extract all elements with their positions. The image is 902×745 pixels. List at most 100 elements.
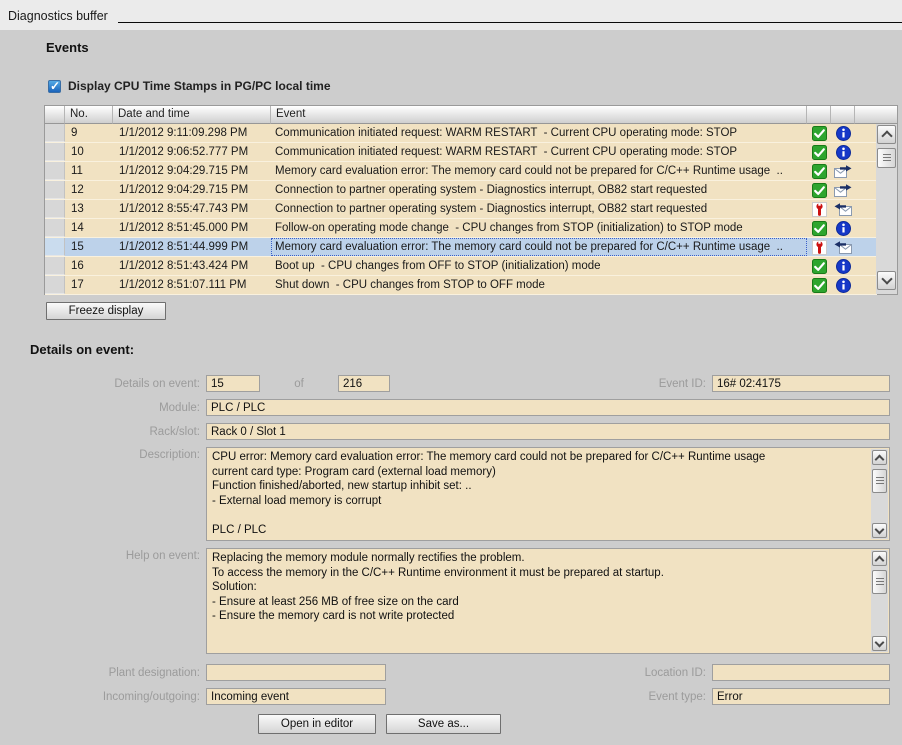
save-as-button[interactable]: Save as...	[386, 714, 501, 734]
scroll-thumb[interactable]	[872, 469, 887, 493]
outgoing-event-icon	[831, 162, 855, 180]
row-selector[interactable]	[45, 200, 65, 218]
green-check-icon	[807, 143, 831, 161]
event-row[interactable]: 111/1/2012 9:04:29.715 PMMemory card eva…	[45, 162, 877, 181]
plant-location-row: Plant designation: Location ID:	[46, 664, 890, 681]
module-row: Module:	[46, 399, 890, 416]
scroll-down-button[interactable]	[877, 271, 896, 290]
event-row[interactable]: 171/1/2012 8:51:07.111 PMShut down - CPU…	[45, 276, 877, 295]
description-label: Description:	[46, 447, 206, 461]
event-no: 9	[65, 124, 113, 142]
event-no: 16	[65, 257, 113, 275]
scroll-down-button[interactable]	[872, 636, 887, 651]
plant-designation-field[interactable]	[206, 664, 386, 681]
spare-cell	[855, 238, 877, 256]
open-in-editor-button[interactable]: Open in editor	[258, 714, 376, 734]
header-no: No.	[65, 106, 113, 124]
scroll-thumb[interactable]	[872, 570, 887, 594]
description-scrollbar[interactable]	[871, 449, 888, 539]
row-selector[interactable]	[45, 219, 65, 237]
incoming-outgoing-label: Incoming/outgoing:	[46, 691, 206, 703]
help-label: Help on event:	[46, 548, 206, 562]
row-selector[interactable]	[45, 124, 65, 142]
help-scrollbar[interactable]	[871, 550, 888, 652]
scroll-up-button[interactable]	[877, 125, 896, 144]
event-table-header: No. Date and time Event	[45, 106, 877, 124]
row-selector[interactable]	[45, 238, 65, 256]
header-status	[807, 106, 831, 124]
event-number-field[interactable]	[206, 375, 260, 392]
location-id-field[interactable]	[712, 664, 890, 681]
scroll-up-button[interactable]	[872, 551, 887, 566]
event-id-label: Event ID:	[602, 378, 712, 390]
event-total-field[interactable]	[338, 375, 390, 392]
event-no: 15	[65, 238, 113, 256]
scroll-thumb[interactable]	[877, 148, 896, 168]
info-icon	[831, 219, 855, 237]
green-check-icon	[807, 257, 831, 275]
event-text: Connection to partner operating system -…	[271, 200, 807, 218]
info-icon	[831, 124, 855, 142]
header-spare	[855, 106, 877, 124]
event-text: Boot up - CPU changes from OFF to STOP (…	[271, 257, 807, 275]
info-icon	[831, 143, 855, 161]
incoming-outgoing-field[interactable]	[206, 688, 386, 705]
event-no: 11	[65, 162, 113, 180]
event-datetime: 1/1/2012 9:06:52.777 PM	[113, 143, 271, 161]
row-selector[interactable]	[45, 162, 65, 180]
help-textbox[interactable]: Replacing the memory module normally rec…	[206, 548, 890, 654]
description-text: CPU error: Memory card evaluation error:…	[212, 450, 867, 537]
event-row[interactable]: 101/1/2012 9:06:52.777 PMCommunication i…	[45, 143, 877, 162]
incoming-type-row: Incoming/outgoing: Event type:	[46, 688, 890, 705]
spare-cell	[855, 257, 877, 275]
event-text: Memory card evaluation error: The memory…	[271, 238, 807, 256]
event-number-label: Details on event:	[46, 378, 206, 390]
event-row[interactable]: 131/1/2012 8:55:47.743 PMConnection to p…	[45, 200, 877, 219]
table-scrollbar[interactable]	[876, 106, 897, 294]
event-row[interactable]: 121/1/2012 9:04:29.715 PMConnection to p…	[45, 181, 877, 200]
event-datetime: 1/1/2012 8:51:45.000 PM	[113, 219, 271, 237]
timestamp-checkbox-row: Display CPU Time Stamps in PG/PC local t…	[48, 79, 902, 93]
module-field[interactable]	[206, 399, 890, 416]
page-title: Diagnostics buffer	[8, 7, 108, 23]
description-textbox[interactable]: CPU error: Memory card evaluation error:…	[206, 447, 890, 541]
events-heading: Events	[46, 40, 902, 55]
row-selector[interactable]	[45, 143, 65, 161]
row-selector[interactable]	[45, 257, 65, 275]
event-text: Follow-on operating mode change - CPU ch…	[271, 219, 807, 237]
spare-cell	[855, 143, 877, 161]
event-text: Shut down - CPU changes from STOP to OFF…	[271, 276, 807, 294]
row-selector[interactable]	[45, 181, 65, 199]
row-selector[interactable]	[45, 276, 65, 294]
event-text: Communication initiated request: WARM RE…	[271, 143, 807, 161]
action-buttons: Open in editor Save as...	[258, 714, 890, 734]
details-heading: Details on event:	[30, 342, 902, 357]
event-datetime: 1/1/2012 8:51:44.999 PM	[113, 238, 271, 256]
plant-designation-label: Plant designation:	[46, 667, 206, 679]
spare-cell	[855, 276, 877, 294]
rack-slot-label: Rack/slot:	[46, 426, 206, 438]
green-check-icon	[807, 181, 831, 199]
event-id-field[interactable]	[712, 375, 890, 392]
incoming-event-icon	[831, 238, 855, 256]
rack-slot-field[interactable]	[206, 423, 890, 440]
scroll-down-button[interactable]	[872, 523, 887, 538]
event-row[interactable]: 151/1/2012 8:51:44.999 PMMemory card eva…	[45, 238, 877, 257]
event-row[interactable]: 91/1/2012 9:11:09.298 PMCommunication in…	[45, 124, 877, 143]
event-row[interactable]: 141/1/2012 8:51:45.000 PMFollow-on opera…	[45, 219, 877, 238]
event-type-field[interactable]	[712, 688, 890, 705]
scroll-up-button[interactable]	[872, 450, 887, 465]
event-row[interactable]: 161/1/2012 8:51:43.424 PMBoot up - CPU c…	[45, 257, 877, 276]
freeze-display-button[interactable]: Freeze display	[46, 302, 166, 320]
details-form: Details on event: of Event ID: Module: R…	[46, 375, 890, 734]
outgoing-event-icon	[831, 181, 855, 199]
cpu-timestamps-checkbox[interactable]	[48, 80, 61, 93]
header-datetime: Date and time	[113, 106, 271, 124]
event-no: 12	[65, 181, 113, 199]
cpu-timestamps-label: Display CPU Time Stamps in PG/PC local t…	[68, 79, 331, 93]
red-wrench-icon	[807, 238, 831, 256]
help-text: Replacing the memory module normally rec…	[212, 551, 867, 624]
event-text: Connection to partner operating system -…	[271, 181, 807, 199]
diagnostics-panel: Events Display CPU Time Stamps in PG/PC …	[0, 30, 902, 745]
green-check-icon	[807, 124, 831, 142]
